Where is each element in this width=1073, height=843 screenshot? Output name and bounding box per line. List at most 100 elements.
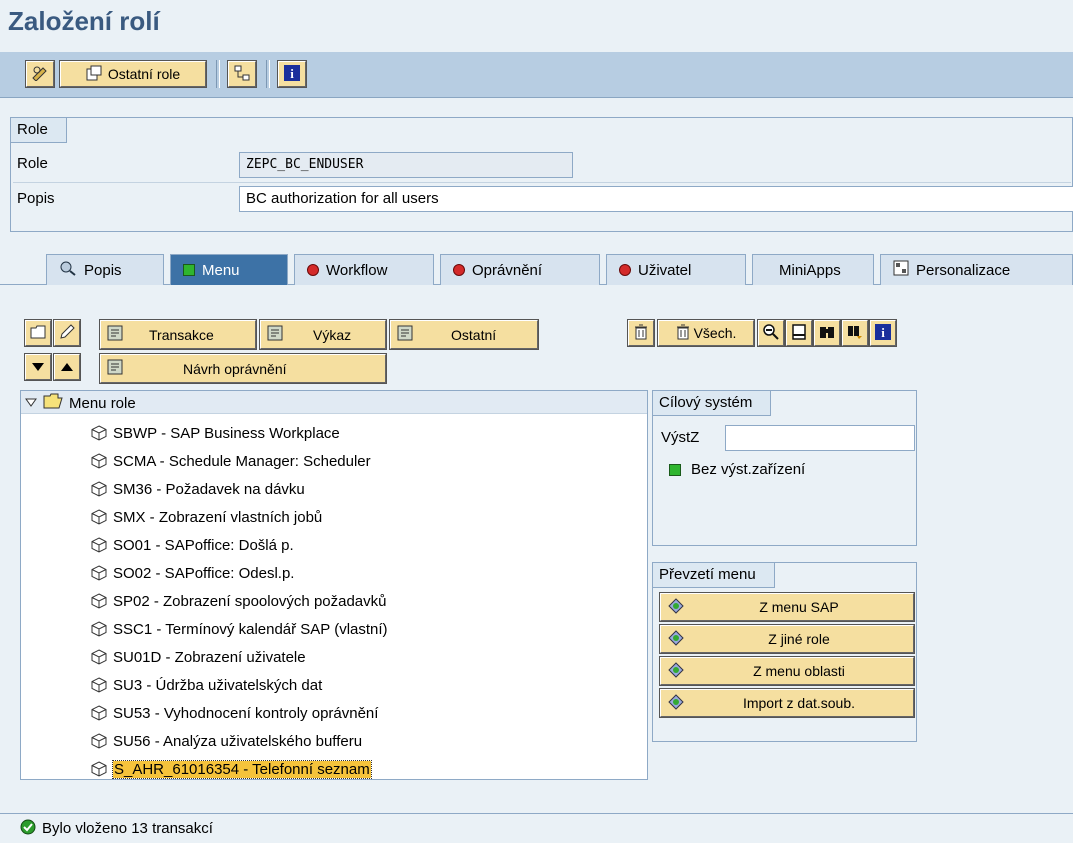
transaction-package-icon [91,677,107,693]
transaction-package-icon [91,761,107,777]
hierarchy-icon [234,65,250,84]
from-other-role-label: Z jiné role [768,631,830,647]
edit-node-button[interactable] [53,319,81,347]
tree-item-label: SCMA - Schedule Manager: Scheduler [113,452,371,470]
tab-menu[interactable]: Menu [170,254,288,285]
auth-proposal-label: Návrh oprávnění [183,360,287,377]
move-up-button[interactable] [53,353,81,381]
add-transaction-button[interactable]: Transakce [99,319,257,350]
tree-item-label: SO02 - SAPoffice: Odesl.p. [113,564,295,582]
info-button[interactable]: i [277,60,307,88]
tree-item[interactable]: SMX - Zobrazení vlastních jobů [91,505,322,529]
output-device-status-text: Bez výst.zařízení [691,461,806,478]
tab-label: MiniApps [779,261,841,279]
transfer-icon [667,597,685,617]
info-icon: i [284,64,300,84]
green-status-icon [669,463,681,476]
row-divider [13,182,1071,183]
role-group: Role Role ZEPC_BC_ENDUSER Popis BC autho… [10,117,1073,232]
transaction-package-icon [91,537,107,553]
display-change-button[interactable] [25,60,55,88]
role-label: Role [17,155,48,172]
tree-item[interactable]: S_AHR_61016354 - Telefonní seznam [91,757,372,781]
description-field[interactable]: BC authorization for all users [239,186,1073,212]
tab-miniapps[interactable]: MiniApps [752,254,874,285]
other-roles-label: Ostatní role [107,66,181,82]
magnifier-icon [59,260,77,280]
add-item-icon [107,325,123,344]
folder-icon [30,325,46,342]
delete-all-button[interactable]: Všech. [657,319,755,347]
hierarchy-button[interactable] [227,60,257,88]
other-roles-button[interactable]: Ostatní role [59,60,207,88]
tree-item-label: SP02 - Zobrazení spoolových požadavků [113,592,387,610]
authorization-proposal-button[interactable]: Návrh oprávnění [99,353,387,384]
tab-label: Popis [84,261,122,279]
report-label: Výkaz [313,326,352,343]
application-toolbar: Ostatní role i [0,52,1073,98]
from-area-menu-button[interactable]: Z menu oblasti [659,656,915,686]
import-from-file-button[interactable]: Import z dat.soub. [659,688,915,718]
from-other-role-button[interactable]: Z jiné role [659,624,915,654]
tree-item-label: SO01 - SAPoffice: Došlá p. [113,536,294,554]
tree-root[interactable]: Menu role [25,391,136,415]
tab-personalization[interactable]: Personalizace [880,254,1073,285]
find-button[interactable] [813,319,841,347]
tree-item-label: S_AHR_61016354 - Telefonní seznam [112,759,372,779]
from-sap-menu-button[interactable]: Z menu SAP [659,592,915,622]
tree-item[interactable]: SU3 - Údržba uživatelských dat [91,673,322,697]
add-other-button[interactable]: Ostatní [389,319,539,350]
tree-item[interactable]: SO02 - SAPoffice: Odesl.p. [91,561,294,585]
zoom-out-button[interactable] [757,319,785,347]
tree-item[interactable]: SU01D - Zobrazení uživatele [91,645,306,669]
output-device-input[interactable] [725,425,915,451]
add-item-icon [267,325,283,344]
red-status-icon [619,264,631,276]
tab-description[interactable]: Popis [46,254,164,285]
tree-item[interactable]: SP02 - Zobrazení spoolových požadavků [91,589,387,613]
menu-tree: Menu role SBWP - SAP Business Workplace S… [20,390,648,780]
open-folder-icon [43,393,63,413]
tab-authorizations[interactable]: Oprávnění [440,254,600,285]
tab-label: Oprávnění [472,261,543,279]
from-sap-menu-label: Z menu SAP [759,599,839,615]
copy-object-icon [86,65,102,84]
tree-item[interactable]: SCMA - Schedule Manager: Scheduler [91,449,371,473]
other-label: Ostatní [451,326,497,343]
target-system-title: Cílový systém [653,391,772,416]
arrow-down-icon [32,359,44,375]
tree-root-label: Menu role [69,394,136,412]
toolbar-separator [216,60,220,88]
transaction-package-icon [91,593,107,609]
add-report-button[interactable]: Výkaz [259,319,387,350]
move-down-button[interactable] [24,353,52,381]
tree-info-button[interactable]: i [869,319,897,347]
find-next-icon [847,324,863,343]
print-icon [791,323,807,343]
tree-item-label: SSC1 - Termínový kalendář SAP (vlastní) [113,620,388,638]
print-button[interactable] [785,319,813,347]
tree-item[interactable]: SM36 - Požadavek na dávku [91,477,305,501]
zoom-out-icon [763,323,779,343]
role-name-field[interactable]: ZEPC_BC_ENDUSER [239,152,573,178]
svg-text:i: i [881,325,885,340]
create-folder-button[interactable] [24,319,52,347]
tree-item-label: SU01D - Zobrazení uživatele [113,648,306,666]
delete-button[interactable] [627,319,655,347]
tree-item[interactable]: SU53 - Vyhodnocení kontroly oprávnění [91,701,378,725]
tab-user[interactable]: Uživatel [606,254,746,285]
tab-workflow[interactable]: Workflow [294,254,434,285]
from-area-menu-label: Z menu oblasti [753,663,845,679]
import-from-file-label: Import z dat.soub. [742,695,856,711]
transaction-package-icon [91,425,107,441]
tree-item[interactable]: SO01 - SAPoffice: Došlá p. [91,533,294,557]
trash-icon [634,324,648,343]
tree-item[interactable]: SSC1 - Termínový kalendář SAP (vlastní) [91,617,388,641]
tree-item[interactable]: SBWP - SAP Business Workplace [91,421,340,445]
toolbar-separator [266,60,270,88]
tree-item[interactable]: SU56 - Analýza uživatelského bufferu [91,729,362,753]
transaction-package-icon [91,453,107,469]
find-next-button[interactable] [841,319,869,347]
role-group-title: Role [11,118,67,143]
collapse-triangle-icon[interactable] [25,395,37,412]
